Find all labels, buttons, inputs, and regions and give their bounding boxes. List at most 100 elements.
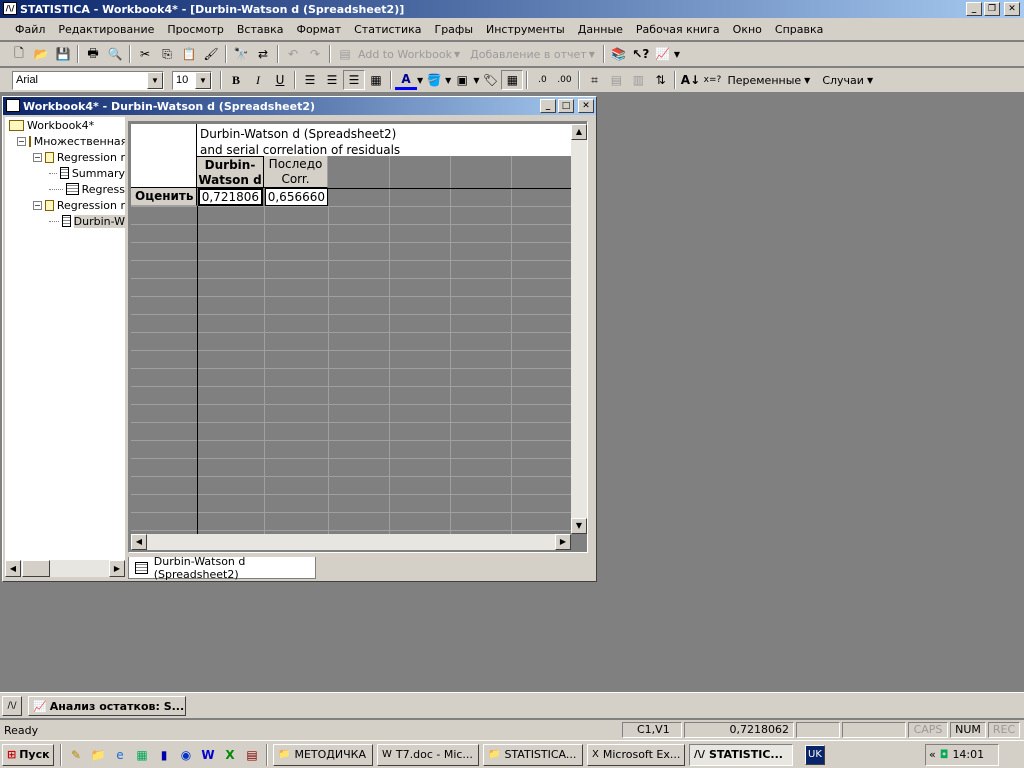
split-icon[interactable]: ⇅ <box>649 70 671 90</box>
font-select[interactable]: Arial ▼ <box>12 70 164 90</box>
add-to-workbook-button[interactable]: Add to Workbook <box>358 48 452 61</box>
menu-item[interactable]: Редактирование <box>58 23 154 36</box>
sheet-tab[interactable]: Durbin-Watson d (Spreadsheet2) <box>128 555 316 581</box>
menu-item[interactable]: Рабочая книга <box>636 23 720 36</box>
delete-icon[interactable]: ▥ <box>627 70 649 90</box>
scroll-left-button[interactable]: ◀ <box>131 534 147 550</box>
taskbar-button[interactable]: W T7.doc - Mic... <box>377 743 479 766</box>
taskbar-button[interactable]: 📁 STATISTICA... <box>483 743 583 766</box>
tree-item[interactable]: − Множественная <box>5 133 125 149</box>
scroll-left-button[interactable]: ◀ <box>5 560 21 577</box>
format-painter-icon[interactable]: 🖌 <box>200 44 222 64</box>
book-icon[interactable]: 📚 <box>608 44 630 64</box>
word-icon[interactable]: W <box>197 745 219 765</box>
fill-color-icon[interactable]: 🪣 <box>423 70 445 90</box>
paste-icon[interactable]: 📋 <box>178 44 200 64</box>
tree-item[interactable]: Workbook4* <box>5 117 125 133</box>
menu-item[interactable]: Окно <box>733 23 762 36</box>
collapse-icon[interactable]: − <box>33 152 42 162</box>
print-icon[interactable]: 🖶 <box>82 44 104 64</box>
menu-item[interactable]: Инструменты <box>486 23 565 36</box>
scroll-right-button[interactable]: ▶ <box>555 534 571 550</box>
taskbar-button[interactable]: 📁 МЕТОДИЧКА <box>273 743 373 766</box>
winrar-icon[interactable]: ▤ <box>241 745 263 765</box>
font-color-icon[interactable]: A <box>395 70 417 90</box>
language-indicator[interactable]: UK <box>805 744 825 765</box>
formula-icon[interactable]: x=? <box>701 70 723 90</box>
statistica-app-icon[interactable]: /\/ <box>3 2 17 15</box>
redo-icon[interactable]: ↷ <box>304 44 326 64</box>
taskbar-button[interactable]: X Microsoft Ex... <box>587 743 685 766</box>
cut-icon[interactable]: ✂ <box>134 44 156 64</box>
restore-button[interactable]: ❐ <box>984 2 1000 16</box>
cell-format-icon[interactable]: ▦ <box>365 70 387 90</box>
scroll-thumb[interactable] <box>22 560 50 577</box>
save-icon[interactable]: 💾 <box>52 44 74 64</box>
tree-item[interactable]: − Regression r <box>5 197 125 213</box>
workbook-maximize-button[interactable]: □ <box>558 99 574 113</box>
increase-decimal-icon[interactable]: .0 <box>531 70 553 90</box>
tree-item[interactable]: Summary <box>5 165 125 181</box>
menu-item[interactable]: Статистика <box>354 23 421 36</box>
print-preview-icon[interactable]: 🔍 <box>104 44 126 64</box>
row-header[interactable]: Оценить <box>131 188 197 206</box>
borders-icon[interactable]: ▣ <box>451 70 473 90</box>
menu-item[interactable]: Формат <box>296 23 341 36</box>
align-center-icon[interactable]: ☰ <box>321 70 343 90</box>
sheet-hscrollbar[interactable]: ◀ ▶ <box>131 534 571 550</box>
taskbar-button[interactable]: /\/STATISTIC... <box>689 743 793 766</box>
tray-app-icon[interactable]: ◘ <box>940 748 949 761</box>
column-header-1[interactable]: Durbin-Watson d <box>197 156 264 188</box>
open-icon[interactable]: 📂 <box>30 44 52 64</box>
workbook-minimize-button[interactable]: _ <box>540 99 556 113</box>
scroll-down-button[interactable]: ▼ <box>571 518 587 534</box>
folder-icon[interactable]: 📁 <box>87 745 109 765</box>
scroll-up-button[interactable]: ▲ <box>571 124 587 140</box>
gridlines-icon[interactable]: ▦ <box>501 70 524 90</box>
workbook-icon[interactable] <box>6 99 20 112</box>
cases-menu[interactable]: Случаи <box>822 74 864 87</box>
marking-icon[interactable]: 🏷 <box>479 70 501 90</box>
tree-item[interactable]: Durbin-W <box>5 213 125 229</box>
help-pointer-icon[interactable]: ↖? <box>630 44 652 64</box>
italic-icon[interactable]: I <box>247 70 269 90</box>
new-icon[interactable]: 🗋 <box>8 44 30 64</box>
close-button[interactable]: ✕ <box>1004 2 1020 16</box>
cell-durbin-watson[interactable]: 0,721806 <box>198 188 263 206</box>
menu-item[interactable]: Вставка <box>237 23 284 36</box>
menu-item[interactable]: Графы <box>434 23 473 36</box>
menu-item[interactable]: Файл <box>15 23 45 36</box>
statistica-small-icon[interactable]: /\/ <box>2 696 22 716</box>
decrease-decimal-icon[interactable]: .00 <box>553 70 575 90</box>
media-icon[interactable]: ◉ <box>175 745 197 765</box>
font-size-select[interactable]: 10 ▼ <box>172 70 212 90</box>
minimize-button[interactable]: _ <box>966 2 982 16</box>
calc-icon[interactable]: ▦ <box>131 745 153 765</box>
variables-menu[interactable]: Переменные <box>727 74 801 87</box>
cell-serial-corr[interactable]: 0,656660 <box>265 188 328 206</box>
book-icon[interactable]: ▮ <box>153 745 175 765</box>
tree-item[interactable]: Regress <box>5 181 125 197</box>
insert-icon[interactable]: ▤ <box>605 70 627 90</box>
menu-item[interactable]: Справка <box>775 23 823 36</box>
quicklaunch-icon[interactable]: ✎ <box>65 745 87 765</box>
menu-item[interactable]: Данные <box>578 23 623 36</box>
scroll-right-button[interactable]: ▶ <box>109 560 125 577</box>
menu-item[interactable]: Просмотр <box>167 23 223 36</box>
workbook-icon[interactable]: ▤ <box>334 44 356 64</box>
undo-icon[interactable]: ↶ <box>282 44 304 64</box>
collapse-icon[interactable]: − <box>17 136 26 146</box>
excel-icon[interactable]: X <box>219 745 241 765</box>
replace-icon[interactable]: ⇄ <box>252 44 274 64</box>
find-icon[interactable]: 🔭 <box>230 44 252 64</box>
sheet-vscrollbar[interactable]: ▲ ▼ <box>571 124 587 534</box>
tree-hscrollbar[interactable]: ◀ ▶ <box>5 560 125 577</box>
graph-help-icon[interactable]: 📈 <box>652 44 674 64</box>
workbook-close-button[interactable]: ✕ <box>578 99 594 113</box>
align-left-icon[interactable]: ☰ <box>299 70 321 90</box>
tray-arrow-icon[interactable]: « <box>929 748 936 761</box>
minimized-window[interactable]: 📈 Анализ остатков: S... <box>28 696 186 716</box>
sort-icon[interactable]: A↓ <box>679 70 701 90</box>
underline-icon[interactable]: U <box>269 70 291 90</box>
add-to-report-button[interactable]: Добавление в отчет <box>470 48 587 61</box>
